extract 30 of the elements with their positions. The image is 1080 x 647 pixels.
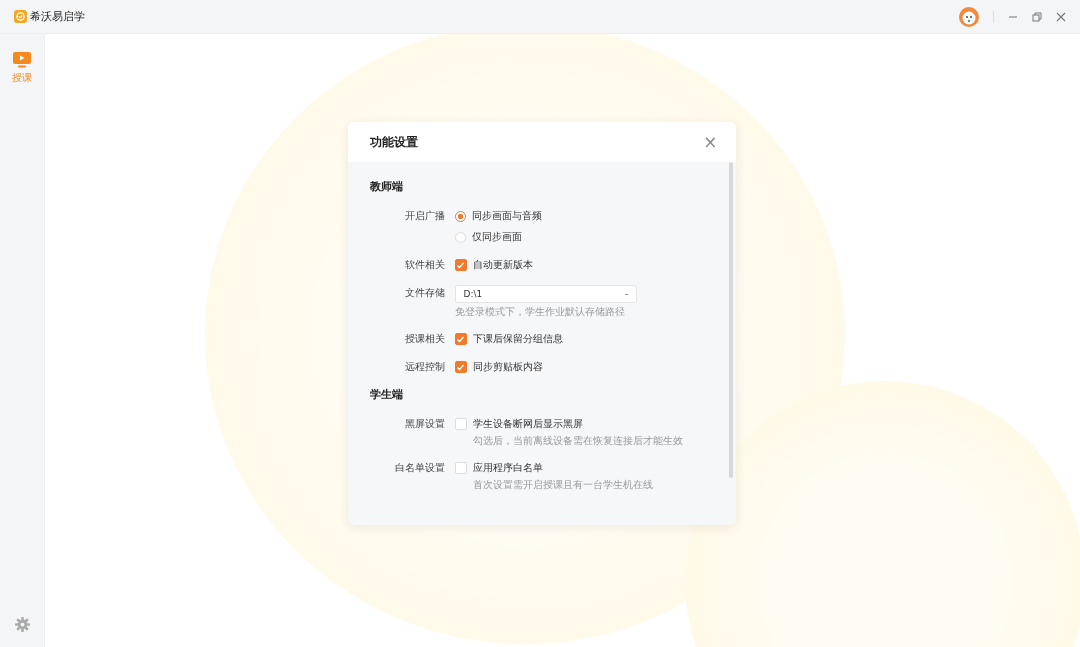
hint-text: 勾选后，当前离线设备需在恢复连接后才能生效 [472, 434, 683, 448]
path-dropdown[interactable]: D:\1 [454, 285, 637, 303]
checkmark-icon [456, 334, 465, 344]
setting-label: 白名单设置 [393, 461, 446, 475]
radio-option[interactable]: 仅同步画面 [454, 229, 542, 245]
checkbox-option[interactable]: 自动更新版本 [454, 257, 533, 273]
setting-label: 软件相关 [403, 258, 446, 272]
setting-label: 远程控制 [403, 360, 446, 374]
close-icon[interactable] [1056, 11, 1066, 22]
restore-icon[interactable] [1032, 11, 1042, 22]
setting-label: 授课相关 [403, 332, 446, 346]
settings-icon[interactable] [14, 617, 30, 632]
section-title: 教师端 [369, 179, 404, 194]
avatar-icon[interactable] [959, 6, 979, 27]
checkbox-option[interactable]: 应用程序白名单 [454, 460, 653, 476]
checkbox-option[interactable]: 学生设备断网后显示黑屏 [454, 416, 683, 432]
close-button[interactable]: × [701, 133, 720, 151]
checkmark-icon [456, 260, 465, 270]
app-logo-icon [14, 10, 27, 23]
app-title: 希沃易启学 [30, 9, 85, 24]
setting-label: 开启广播 [403, 209, 446, 223]
checkbox-option[interactable]: 下课后保留分组信息 [454, 331, 563, 347]
checkbox-option[interactable]: 同步剪贴板内容 [454, 359, 543, 375]
section-title: 学生端 [369, 387, 404, 402]
dialog-title: 功能设置 [369, 133, 418, 151]
setting-label: 黑屏设置 [403, 417, 446, 431]
hint-text: 免登录模式下，学生作业默认存储路径 [454, 305, 626, 319]
setting-label: 文件存储 [403, 286, 446, 300]
radio-option[interactable]: 同步画面与音频 [454, 208, 542, 224]
checkmark-icon [456, 362, 465, 372]
